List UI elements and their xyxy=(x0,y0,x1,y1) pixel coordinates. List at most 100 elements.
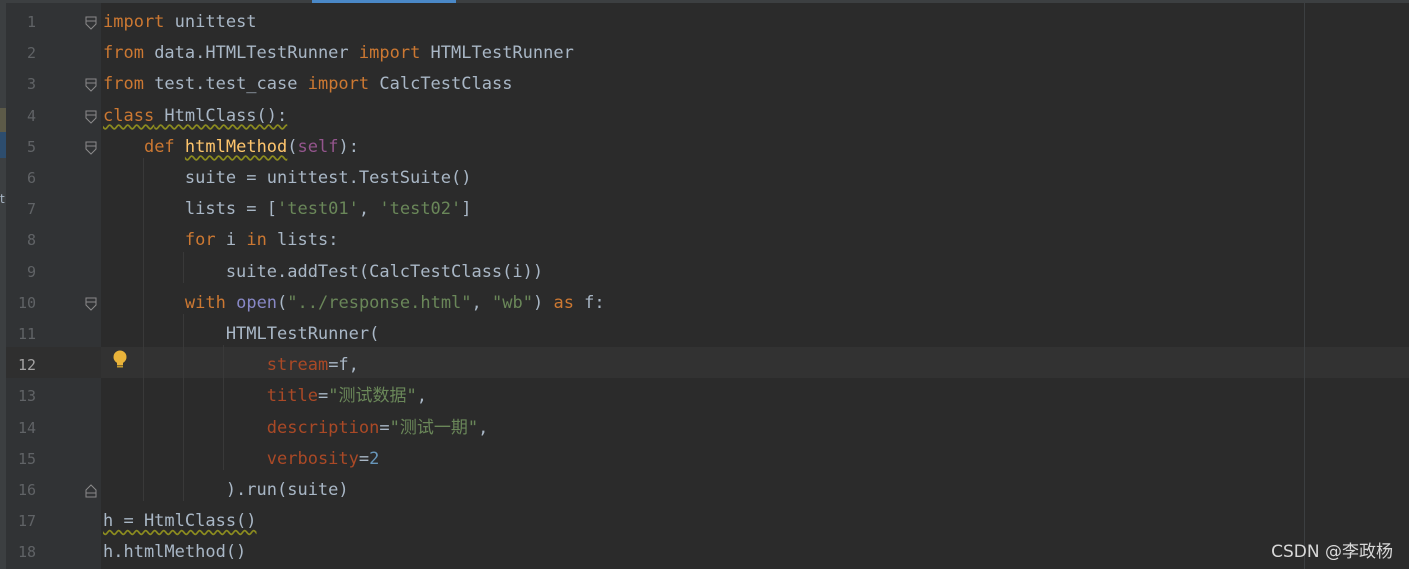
code-token: import xyxy=(358,43,421,64)
code-line[interactable]: 14 description="测试一期", xyxy=(0,413,1409,444)
fold-marker-icon[interactable] xyxy=(84,484,98,498)
code-token: title xyxy=(266,386,318,407)
code-token: lists = [ xyxy=(103,199,277,220)
code-token: , xyxy=(471,292,493,313)
code-line[interactable]: 13 title="测试数据", xyxy=(0,381,1409,412)
code-token: as xyxy=(553,292,574,313)
code-token: = xyxy=(317,386,329,407)
code-line[interactable]: 15 verbosity=2 xyxy=(0,444,1409,475)
code-token: ): xyxy=(338,136,359,157)
code-line[interactable]: 6 suite = unittest.TestSuite() xyxy=(0,163,1409,194)
code-line[interactable]: 5 def htmlMethod(self): xyxy=(0,132,1409,163)
code-token: from xyxy=(103,43,144,64)
code-token: = xyxy=(358,448,370,469)
line-number: 3 xyxy=(26,75,36,94)
line-number: 16 xyxy=(17,481,36,499)
line-number: 8 xyxy=(26,231,36,250)
code-text: ).run(suite) xyxy=(103,475,349,506)
line-number: 10 xyxy=(17,293,36,312)
line-number: 14 xyxy=(17,418,36,437)
code-token: ) xyxy=(532,292,554,313)
code-line[interactable]: 4 class HtmlClass(): xyxy=(0,101,1409,132)
code-line[interactable]: 16 ).run(suite) xyxy=(0,475,1409,506)
code-token: HtmlClass(): xyxy=(154,105,288,126)
line-number: 5 xyxy=(26,137,36,156)
code-token: class xyxy=(103,105,155,126)
line-number: 9 xyxy=(26,262,36,281)
code-token: ( xyxy=(277,292,288,313)
line-number: 4 xyxy=(26,106,36,125)
code-text: h.htmlMethod() xyxy=(103,537,246,568)
code-token: import xyxy=(103,12,165,32)
code-token: open xyxy=(236,292,278,313)
code-token: suite = unittest.TestSuite() xyxy=(103,168,472,188)
fold-marker-icon[interactable] xyxy=(84,141,98,155)
fold-marker-icon[interactable] xyxy=(84,16,98,30)
code-token: 'test01' xyxy=(277,199,359,220)
code-text: import unittest xyxy=(103,7,257,38)
line-number: 13 xyxy=(17,387,36,406)
code-text: verbosity=2 xyxy=(103,444,380,475)
code-token: =f, xyxy=(328,355,359,376)
code-token: 2 xyxy=(369,448,380,469)
fold-marker-icon[interactable] xyxy=(84,297,98,311)
code-line[interactable]: 9 suite.addTest(CalcTestClass(i)) xyxy=(0,257,1409,288)
code-text: suite.addTest(CalcTestClass(i)) xyxy=(103,257,543,288)
code-token: lists: xyxy=(266,230,339,251)
code-text: with open("../response.html", "wb") as f… xyxy=(103,288,605,319)
code-token: i xyxy=(215,230,247,251)
code-token: with xyxy=(184,292,226,313)
line-number: 2 xyxy=(26,44,36,63)
code-line[interactable]: 11 HTMLTestRunner( xyxy=(0,319,1409,350)
code-text: for i in lists: xyxy=(103,225,339,256)
code-token: HTMLTestRunner xyxy=(420,43,574,64)
code-token: CalcTestClass xyxy=(369,74,513,95)
code-line[interactable]: 7 lists = ['test01', 'test02'] xyxy=(0,194,1409,225)
code-line[interactable]: 1 import unittest xyxy=(0,7,1409,38)
active-editor-tab-indicator[interactable] xyxy=(312,0,456,3)
fold-marker-icon[interactable] xyxy=(84,78,98,93)
code-token: h = HtmlClass() xyxy=(103,511,257,532)
code-token: ).run(suite) xyxy=(103,480,349,500)
line-number: 1 xyxy=(26,13,36,31)
code-token: in xyxy=(246,230,267,251)
code-text: class HtmlClass(): xyxy=(103,101,287,132)
code-token: def xyxy=(143,136,175,157)
code-token: unittest xyxy=(164,12,257,32)
code-text: from data.HTMLTestRunner import HTMLTest… xyxy=(103,38,574,69)
code-token: test.test_case xyxy=(143,74,308,95)
code-line[interactable]: 18 h.htmlMethod() xyxy=(0,537,1409,568)
code-text: lists = ['test01', 'test02'] xyxy=(103,194,472,225)
code-line[interactable]: 10 with open("../response.html", "wb") a… xyxy=(0,288,1409,319)
code-line[interactable]: 17 h = HtmlClass() xyxy=(0,506,1409,537)
code-token: htmlMethod xyxy=(184,136,288,157)
code-token: stream xyxy=(266,355,329,376)
fold-marker-icon[interactable] xyxy=(84,110,98,124)
line-number: 15 xyxy=(17,449,36,468)
code-text: suite = unittest.TestSuite() xyxy=(103,163,472,194)
line-number: 6 xyxy=(26,169,36,187)
code-token: , xyxy=(478,417,489,438)
lightbulb-icon[interactable] xyxy=(111,349,129,371)
code-token: "../response.html" xyxy=(287,292,472,313)
code-line[interactable]: 12 stream=f, xyxy=(0,350,1409,381)
code-text: stream=f, xyxy=(103,350,359,381)
code-line[interactable]: 3 from test.test_case import CalcTestClas… xyxy=(0,69,1409,100)
code-token: , xyxy=(416,386,427,407)
code-text: h = HtmlClass() xyxy=(103,506,257,537)
code-token: 'test02' xyxy=(379,199,462,220)
code-line[interactable]: 2 from data.HTMLTestRunner import HTMLTes… xyxy=(0,38,1409,69)
code-token: "测试一期" xyxy=(389,417,479,438)
code-token: HTMLTestRunner( xyxy=(103,324,380,344)
code-token: for xyxy=(184,230,216,251)
code-token: ] xyxy=(461,199,472,220)
code-line[interactable]: 8 for i in lists: xyxy=(0,225,1409,256)
code-text: description="测试一期", xyxy=(103,413,489,444)
code-token: suite.addTest(CalcTestClass(i)) xyxy=(103,261,544,282)
